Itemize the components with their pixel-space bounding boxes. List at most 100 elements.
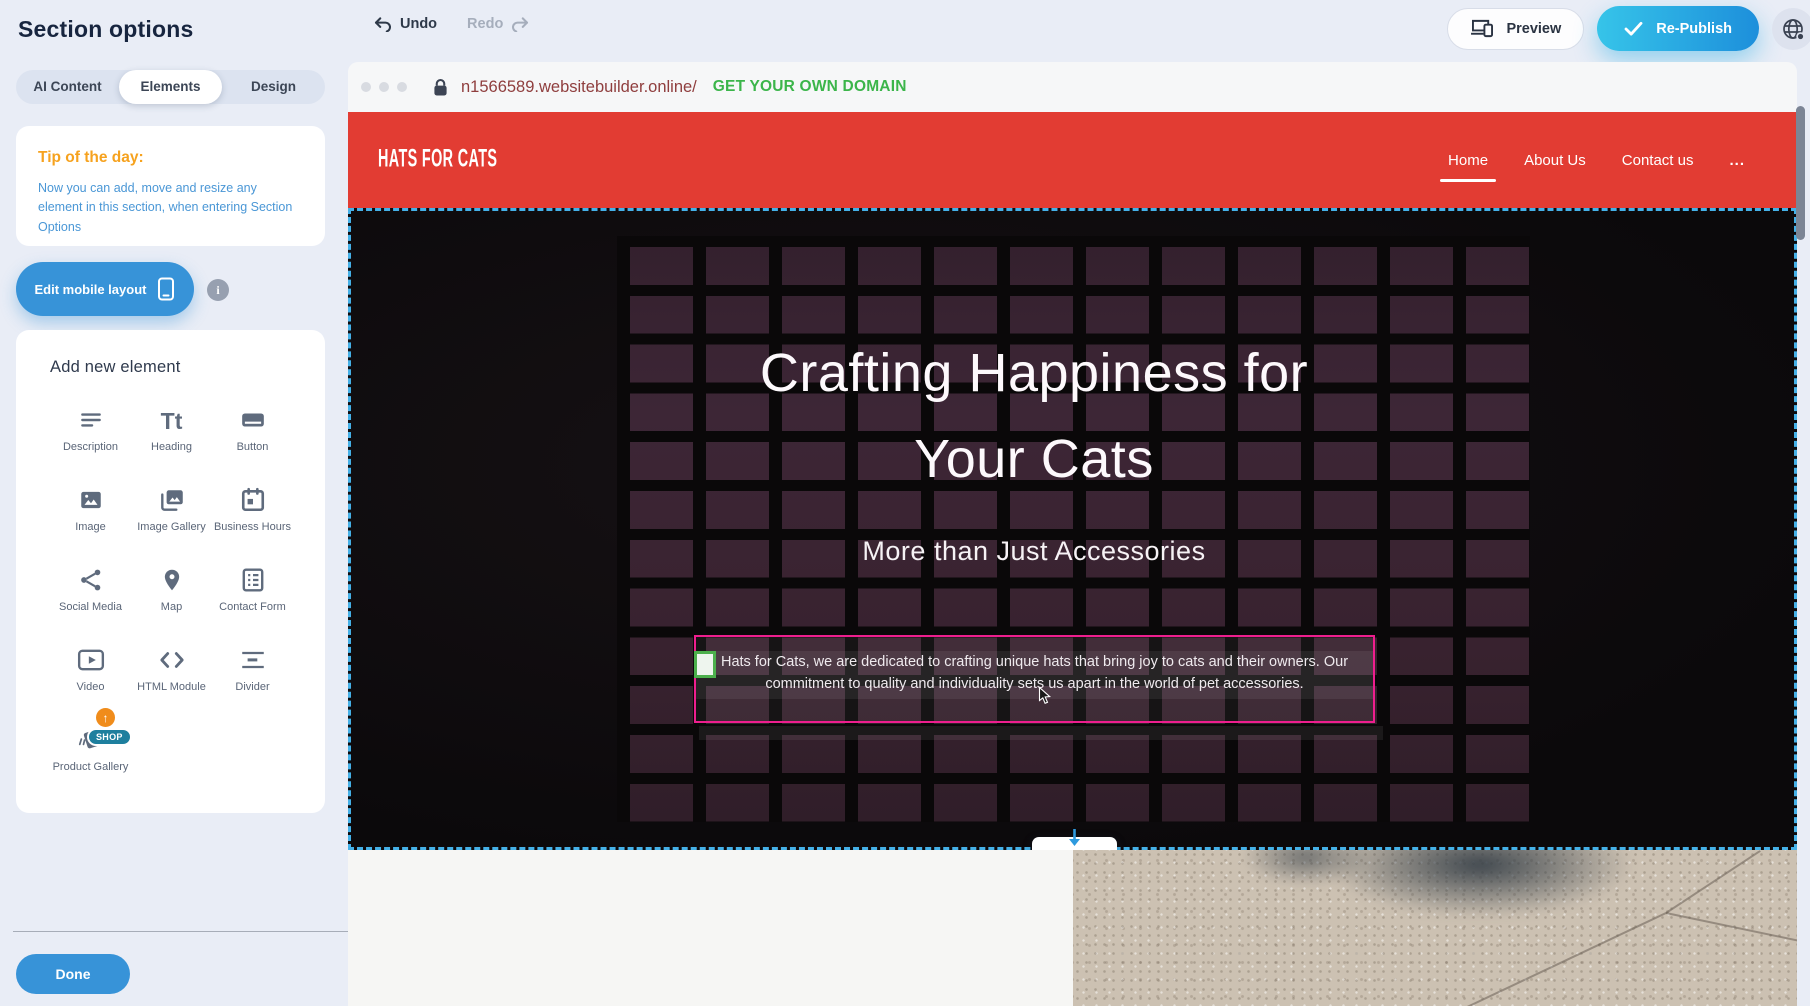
- tab-elements[interactable]: Elements: [119, 70, 222, 104]
- top-actions: Preview Re-Publish: [1447, 6, 1810, 51]
- selected-text-element[interactable]: Hats for Cats, we are dedicated to craft…: [694, 635, 1375, 723]
- element-label: Button: [237, 440, 269, 455]
- get-domain-link[interactable]: GET YOUR OWN DOMAIN: [713, 78, 907, 96]
- undo-label: Undo: [400, 16, 437, 32]
- element-item-image-gallery[interactable]: Image Gallery: [131, 481, 212, 561]
- site-header[interactable]: HATS FOR CATS Home About Us Contact us...: [348, 112, 1797, 208]
- republish-label: Re-Publish: [1656, 21, 1732, 37]
- element-grid: Description Tt Heading Button Image Image Gal…: [50, 401, 325, 801]
- hero-section[interactable]: Crafting Happiness for Your Cats More th…: [348, 208, 1797, 850]
- nav-item-contact-us[interactable]: Contact us: [1622, 152, 1694, 169]
- element-item-description[interactable]: Description: [50, 401, 131, 481]
- element-item-html-module[interactable]: HTML Module: [131, 641, 212, 721]
- undo-button[interactable]: Undo: [374, 16, 437, 32]
- sidebar-divider: [13, 931, 348, 932]
- contact-form-icon: [212, 561, 293, 593]
- site-logo[interactable]: HATS FOR CATS: [378, 145, 497, 174]
- redo-icon: [510, 17, 529, 32]
- element-item-social-media[interactable]: Social Media: [50, 561, 131, 641]
- done-button[interactable]: Done: [16, 954, 130, 994]
- element-label: HTML Module: [137, 680, 206, 695]
- nav-item-home[interactable]: Home: [1448, 152, 1488, 169]
- browser-dot: [379, 82, 389, 92]
- page-title: Section options: [18, 16, 194, 43]
- map-icon: [131, 561, 212, 593]
- add-element-title: Add new element: [50, 358, 325, 377]
- mobile-phone-icon: [157, 277, 175, 301]
- site-url[interactable]: n1566589.websitebuilder.online/: [461, 78, 697, 97]
- image-icon: [50, 481, 131, 513]
- add-element-panel: Add new element Description Tt Heading Butt…: [16, 330, 325, 813]
- mouse-cursor: [1038, 686, 1052, 705]
- element-label: Social Media: [59, 600, 122, 615]
- devices-icon: [1470, 18, 1495, 39]
- cat-shadow-tail: [1241, 850, 1371, 886]
- globe-icon[interactable]: [1772, 8, 1810, 50]
- element-item-product-gallery[interactable]: ↑SHOP Product Gallery: [50, 721, 131, 801]
- tab-design[interactable]: Design: [222, 70, 325, 104]
- site-preview: n1566589.websitebuilder.online/ GET YOUR…: [348, 62, 1797, 1006]
- video-icon: [50, 641, 131, 673]
- republish-button[interactable]: Re-Publish: [1597, 6, 1759, 51]
- browser-chrome: n1566589.websitebuilder.online/ GET YOUR…: [348, 62, 1797, 112]
- element-label: Image Gallery: [137, 520, 205, 535]
- element-item-video[interactable]: Video: [50, 641, 131, 721]
- redo-button[interactable]: Redo: [467, 16, 529, 32]
- shop-badge: SHOP: [87, 728, 132, 746]
- paving-seam: [1467, 912, 1667, 1006]
- sidebar-tabs: AI ContentElementsDesign: [16, 70, 325, 104]
- next-section[interactable]: [348, 850, 1797, 1006]
- tip-body: Now you can add, move and resize any ele…: [38, 179, 303, 237]
- description-icon: [50, 401, 131, 433]
- hero-subheading[interactable]: More than Just Accessories: [704, 536, 1364, 567]
- nav-more-icon[interactable]: ...: [1729, 152, 1745, 169]
- edit-mobile-layout-button[interactable]: Edit mobile layout: [16, 262, 194, 316]
- element-label: Contact Form: [219, 600, 286, 615]
- html-module-icon: [131, 641, 212, 673]
- element-label: Business Hours: [214, 520, 291, 535]
- product-gallery-icon: ↑SHOP: [50, 721, 131, 753]
- tip-card: Tip of the day: Now you can add, move an…: [16, 126, 325, 246]
- history-controls: Undo Redo: [374, 16, 529, 32]
- next-section-image[interactable]: [1073, 850, 1797, 1006]
- scrollbar[interactable]: [1796, 106, 1805, 240]
- element-item-map[interactable]: Map: [131, 561, 212, 641]
- site-nav: Home About Us Contact us...: [1448, 112, 1745, 208]
- element-item-divider[interactable]: Divider: [212, 641, 293, 721]
- element-item-business-hours[interactable]: Business Hours: [212, 481, 293, 561]
- element-label: Heading: [151, 440, 192, 455]
- image-gallery-icon: [131, 481, 212, 513]
- element-item-image[interactable]: Image: [50, 481, 131, 561]
- tip-heading: Tip of the day:: [38, 149, 303, 167]
- preview-label: Preview: [1506, 21, 1561, 37]
- redo-label: Redo: [467, 16, 503, 32]
- element-label: Map: [161, 600, 182, 615]
- browser-dot: [361, 82, 371, 92]
- cat-shadow: [1325, 850, 1635, 918]
- nav-item-about-us[interactable]: About Us: [1524, 152, 1586, 169]
- element-label: Product Gallery: [53, 760, 129, 775]
- check-icon: [1624, 21, 1643, 36]
- app-window: Section options AI ContentElementsDesign…: [0, 0, 1810, 1006]
- lock-icon: [433, 78, 448, 97]
- button-icon: [212, 401, 293, 433]
- paving-seam: [1666, 912, 1797, 944]
- element-item-contact-form[interactable]: Contact Form: [212, 561, 293, 641]
- element-label: Image: [75, 520, 106, 535]
- element-item-button[interactable]: Button: [212, 401, 293, 481]
- tab-ai-content[interactable]: AI Content: [16, 70, 119, 104]
- edit-mobile-layout-label: Edit mobile layout: [35, 282, 147, 297]
- hero-paragraph[interactable]: Hats for Cats, we are dedicated to craft…: [712, 652, 1357, 696]
- browser-dots: [361, 82, 407, 92]
- preview-button[interactable]: Preview: [1447, 8, 1584, 50]
- undo-icon: [374, 17, 393, 32]
- element-label: Description: [63, 440, 118, 455]
- hero-heading[interactable]: Crafting Happiness for Your Cats: [704, 330, 1364, 503]
- info-icon[interactable]: i: [207, 279, 229, 301]
- upgrade-arrow-icon: ↑: [96, 708, 115, 727]
- element-label: Video: [77, 680, 105, 695]
- element-label: Divider: [235, 680, 269, 695]
- text-element-band: [699, 726, 1383, 740]
- element-item-heading[interactable]: Tt Heading: [131, 401, 212, 481]
- heading-icon: Tt: [131, 401, 212, 433]
